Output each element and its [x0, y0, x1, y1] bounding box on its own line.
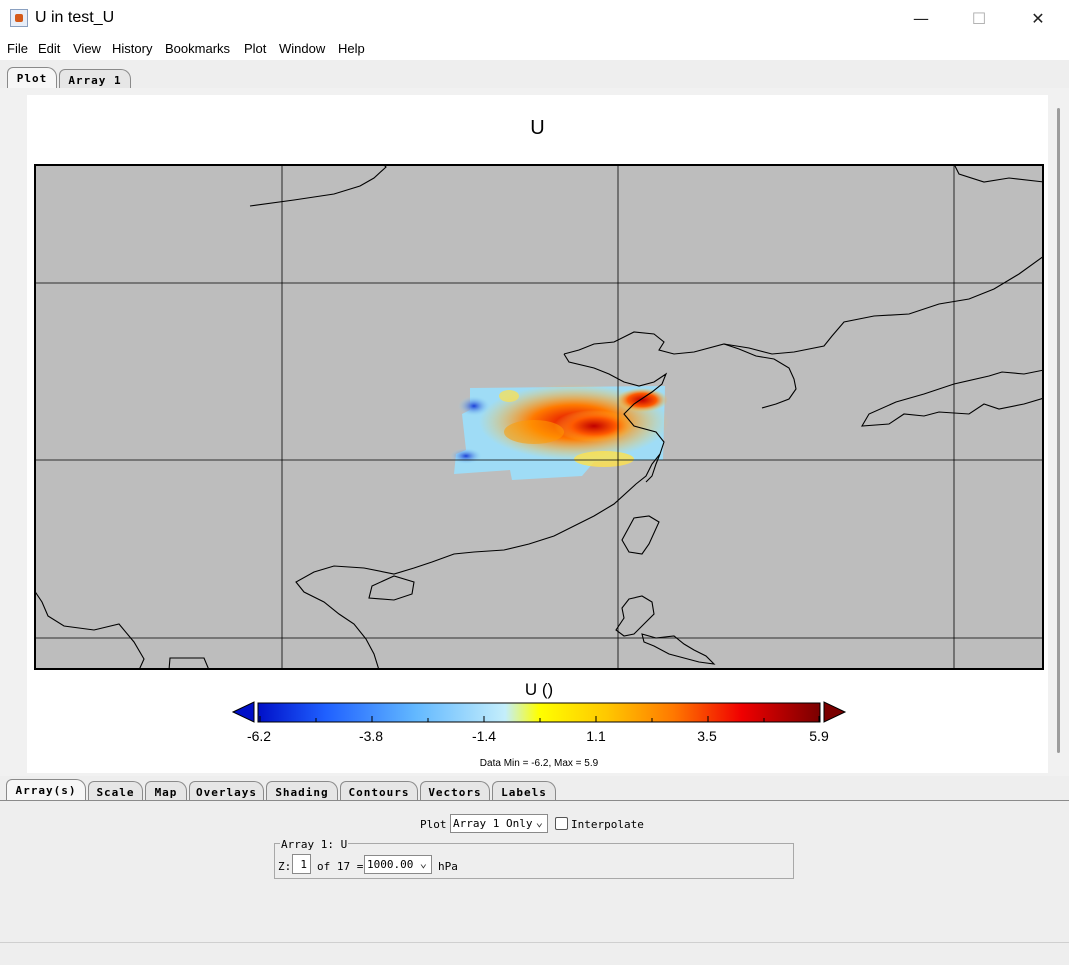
tab-arrays[interactable]: Array(s): [6, 779, 86, 800]
chevron-down-icon: ⌄: [419, 856, 427, 870]
data-min-max-label: Data Min = -6.2, Max = 5.9: [479, 758, 599, 769]
colorbar-ramp: [257, 702, 821, 723]
menu-bar: File Edit View History Bookmarks Plot Wi…: [0, 38, 1069, 60]
colorbar-tick-label: 5.9: [809, 728, 829, 744]
tab-contours[interactable]: Contours: [340, 781, 418, 800]
plot-title: U: [530, 117, 545, 139]
array-group-title: Array 1: U: [280, 838, 349, 851]
tab-map[interactable]: Map: [145, 781, 187, 800]
z-level-input[interactable]: 1: [292, 854, 311, 874]
interpolate-label: Interpolate: [571, 818, 644, 831]
close-button[interactable]: ✕: [1015, 6, 1061, 32]
z-level-value: 1: [300, 858, 307, 871]
maximize-button[interactable]: ☐: [956, 6, 1002, 32]
menu-bookmarks[interactable]: Bookmarks: [165, 41, 230, 56]
colorbar-high-arrow: [823, 701, 847, 723]
z-label: Z:: [278, 860, 292, 873]
view-tabs: Plot Array 1: [0, 60, 1069, 89]
tab-scale[interactable]: Scale: [88, 781, 143, 800]
colorbar-tick-label: 3.5: [697, 728, 717, 744]
tab-labels[interactable]: Labels: [492, 781, 556, 800]
interpolate-checkbox[interactable]: [555, 817, 568, 830]
menu-help[interactable]: Help: [338, 41, 365, 56]
tab-shading[interactable]: Shading: [266, 781, 338, 800]
tab-vectors[interactable]: Vectors: [420, 781, 490, 800]
status-bar: [0, 942, 1069, 965]
minimize-button[interactable]: —: [898, 6, 944, 32]
menu-plot[interactable]: Plot: [244, 41, 266, 56]
map-plot[interactable]: [34, 164, 1044, 670]
tab-plot[interactable]: Plot: [7, 67, 57, 89]
colorbar-tick-label: 1.1: [586, 728, 606, 744]
of-count-label: of 17 =: [317, 860, 364, 873]
plot-mode-select[interactable]: Array 1 Only ⌄: [450, 814, 548, 833]
colorbar-low-arrow: [231, 701, 255, 723]
menu-history[interactable]: History: [112, 41, 152, 56]
colorbar-tick-label: -3.8: [358, 728, 384, 744]
colorbar-title: U (): [524, 680, 554, 699]
tab-overlays[interactable]: Overlays: [189, 781, 264, 800]
level-select[interactable]: 1000.00 ⌄: [364, 855, 432, 874]
plot-mode-label: Plot: [420, 818, 447, 831]
menu-edit[interactable]: Edit: [38, 41, 60, 56]
chevron-down-icon: ⌄: [535, 815, 543, 829]
colorbar-tick-label: -6.2: [246, 728, 272, 744]
menu-view[interactable]: View: [73, 41, 101, 56]
title-bar: U in test_U — ☐ ✕: [0, 0, 1069, 38]
level-select-value: 1000.00: [367, 858, 414, 871]
menu-file[interactable]: File: [7, 41, 28, 56]
settings-tabs: Array(s) Scale Map Overlays Shading Cont…: [0, 778, 1069, 801]
colorbar: [231, 701, 847, 723]
plot-mode-value: Array 1 Only: [453, 817, 533, 830]
window-title: U in test_U: [35, 9, 115, 26]
menu-window[interactable]: Window: [279, 41, 325, 56]
plot-scrollbar-thumb[interactable]: [1057, 108, 1060, 753]
colorbar-tick-label: -1.4: [471, 728, 497, 744]
level-unit-label: hPa: [438, 860, 458, 873]
tab-array-1[interactable]: Array 1: [59, 69, 131, 88]
java-app-icon: [10, 9, 28, 27]
